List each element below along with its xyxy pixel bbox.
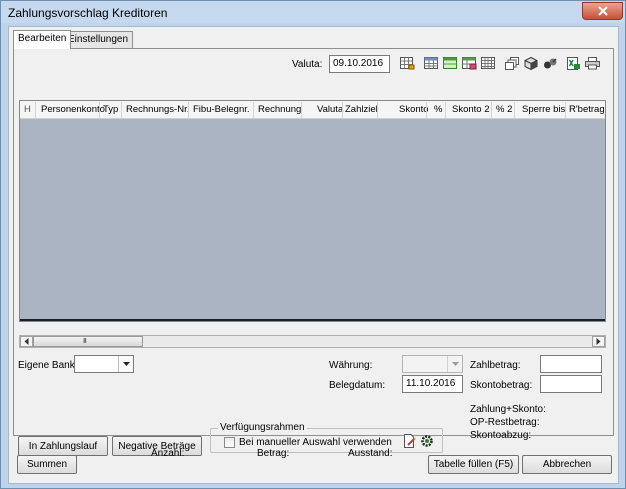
eigene-bank-select[interactable]: [74, 355, 134, 373]
copy-stack-icon[interactable]: [505, 57, 520, 70]
manuelle-auswahl-checkbox[interactable]: [224, 437, 235, 448]
gear-icon[interactable]: [420, 434, 434, 448]
dialog-window: Zahlungsvorschlag Kreditoren Bearbeiten …: [0, 0, 626, 489]
zahlbetrag-label: Zahlbetrag:: [470, 360, 521, 371]
ausstand-label: Ausstand:: [348, 448, 393, 459]
column-sperre-bis[interactable]: Sperre bis: [522, 104, 565, 115]
belegdatum-label: Belegdatum:: [329, 380, 386, 391]
column-skonto[interactable]: Skonto: [399, 104, 429, 115]
betrag-label: Betrag:: [257, 448, 290, 459]
tab-bearbeiten-label: Bearbeiten: [18, 33, 67, 44]
column-skonto-2-prozent[interactable]: % 2: [496, 104, 512, 115]
table-bottom-border: [20, 319, 605, 321]
tabelle-fuellen-button[interactable]: Tabelle füllen (F5): [428, 455, 519, 474]
column-skonto-2[interactable]: Skonto 2: [452, 104, 490, 115]
column-zahlziel[interactable]: Zahlziel: [345, 104, 378, 115]
column-personenkonto[interactable]: Personenkonto: [41, 104, 105, 115]
table-edit-icon[interactable]: [462, 57, 477, 70]
zahlung-skonto-label: Zahlung+Skonto:: [470, 404, 546, 415]
skontobetrag-field[interactable]: [540, 375, 602, 393]
chevron-down-icon: [451, 362, 459, 366]
tab-bearbeiten[interactable]: Bearbeiten: [13, 30, 72, 49]
in-zahlungslauf-label: In Zahlungslauf: [28, 440, 98, 452]
document-edit-icon[interactable]: [402, 434, 416, 448]
valuta-date-field[interactable]: 09.10.2016: [329, 55, 390, 73]
column-skonto-prozent[interactable]: %: [434, 104, 442, 115]
scroll-right-button[interactable]: [592, 336, 605, 347]
grid-calendar-icon[interactable]: [400, 57, 415, 70]
title-bar[interactable]: Zahlungsvorschlag Kreditoren: [1, 1, 625, 23]
column-rechnung[interactable]: Rechnung: [258, 104, 301, 115]
eigene-bank-label: Eigene Bank:: [18, 360, 78, 371]
belegdatum-value: 11.10.2016: [406, 378, 456, 389]
window-title: Zahlungsvorschlag Kreditoren: [8, 6, 168, 20]
tab-einstellungen[interactable]: Einstellungen: [63, 31, 134, 48]
scroll-grip: III: [83, 338, 87, 345]
manuelle-auswahl-label: Bei manueller Auswahl verwenden: [239, 437, 392, 448]
op-restbetrag-label: OP-Restbetrag:: [470, 417, 540, 428]
abbrechen-button[interactable]: Abbrechen: [522, 455, 612, 474]
tab-einstellungen-label: Einstellungen: [68, 34, 129, 45]
table-header: H Personenkonto Typ Rechnungs-Nr. Fibu-B…: [20, 101, 605, 119]
in-zahlungslauf-button[interactable]: In Zahlungslauf: [18, 436, 108, 456]
table-icon[interactable]: [424, 57, 439, 70]
eigene-bank-dropdown-button[interactable]: [118, 356, 133, 372]
scroll-thumb[interactable]: III: [33, 336, 143, 347]
tabelle-fuellen-label: Tabelle füllen (F5): [433, 459, 514, 470]
column-rechnungs-nr[interactable]: Rechnungs-Nr.: [126, 104, 189, 115]
excel-export-icon[interactable]: [566, 57, 581, 70]
verfuegungsrahmen-title: Verfügungsrahmen: [218, 422, 307, 433]
valuta-date-value: 09.10.2016: [333, 58, 384, 69]
swap-icon[interactable]: [543, 57, 558, 70]
close-icon: [597, 6, 608, 16]
skontobetrag-label: Skontobetrag:: [470, 380, 533, 391]
summen-button[interactable]: Summen: [17, 455, 77, 474]
column-fibu-belegnr[interactable]: Fibu-Belegnr.: [193, 104, 250, 115]
abbrechen-label: Abbrechen: [542, 459, 592, 470]
waehrung-select[interactable]: [402, 355, 463, 373]
column-typ[interactable]: Typ: [103, 104, 118, 115]
anzahl-label: Anzahl:: [151, 448, 185, 459]
payment-proposal-table[interactable]: H Personenkonto Typ Rechnungs-Nr. Fibu-B…: [19, 100, 606, 322]
summen-label: Summen: [26, 459, 67, 470]
arrow-left-icon: [24, 338, 29, 345]
scroll-left-button[interactable]: [20, 336, 33, 347]
close-button[interactable]: [582, 2, 623, 20]
tab-panel-bearbeiten: Valuta: 09.10.2016 H Personenkonto Typ R…: [13, 48, 614, 456]
column-valuta[interactable]: Valuta: [317, 104, 343, 115]
waehrung-label: Währung:: [329, 360, 373, 371]
table-green-icon[interactable]: [443, 57, 458, 70]
horizontal-scrollbar[interactable]: III: [19, 335, 606, 348]
belegdatum-field[interactable]: 11.10.2016: [402, 375, 463, 393]
dialog-client-area: Bearbeiten Einstellungen Valuta: 09.10.2…: [8, 26, 619, 484]
column-rbetrag[interactable]: R'betrag: [569, 104, 605, 115]
arrow-right-icon: [596, 338, 601, 345]
chevron-down-icon: [122, 362, 130, 366]
valuta-label: Valuta:: [292, 59, 323, 70]
column-h[interactable]: H: [24, 104, 31, 115]
table-grid-icon[interactable]: [481, 57, 496, 70]
waehrung-dropdown-button[interactable]: [447, 356, 462, 372]
skontoabzug-label: Skontoabzug:: [470, 430, 532, 441]
print-icon[interactable]: [585, 57, 600, 70]
zahlbetrag-field[interactable]: [540, 355, 602, 373]
cube-icon[interactable]: [524, 57, 539, 70]
